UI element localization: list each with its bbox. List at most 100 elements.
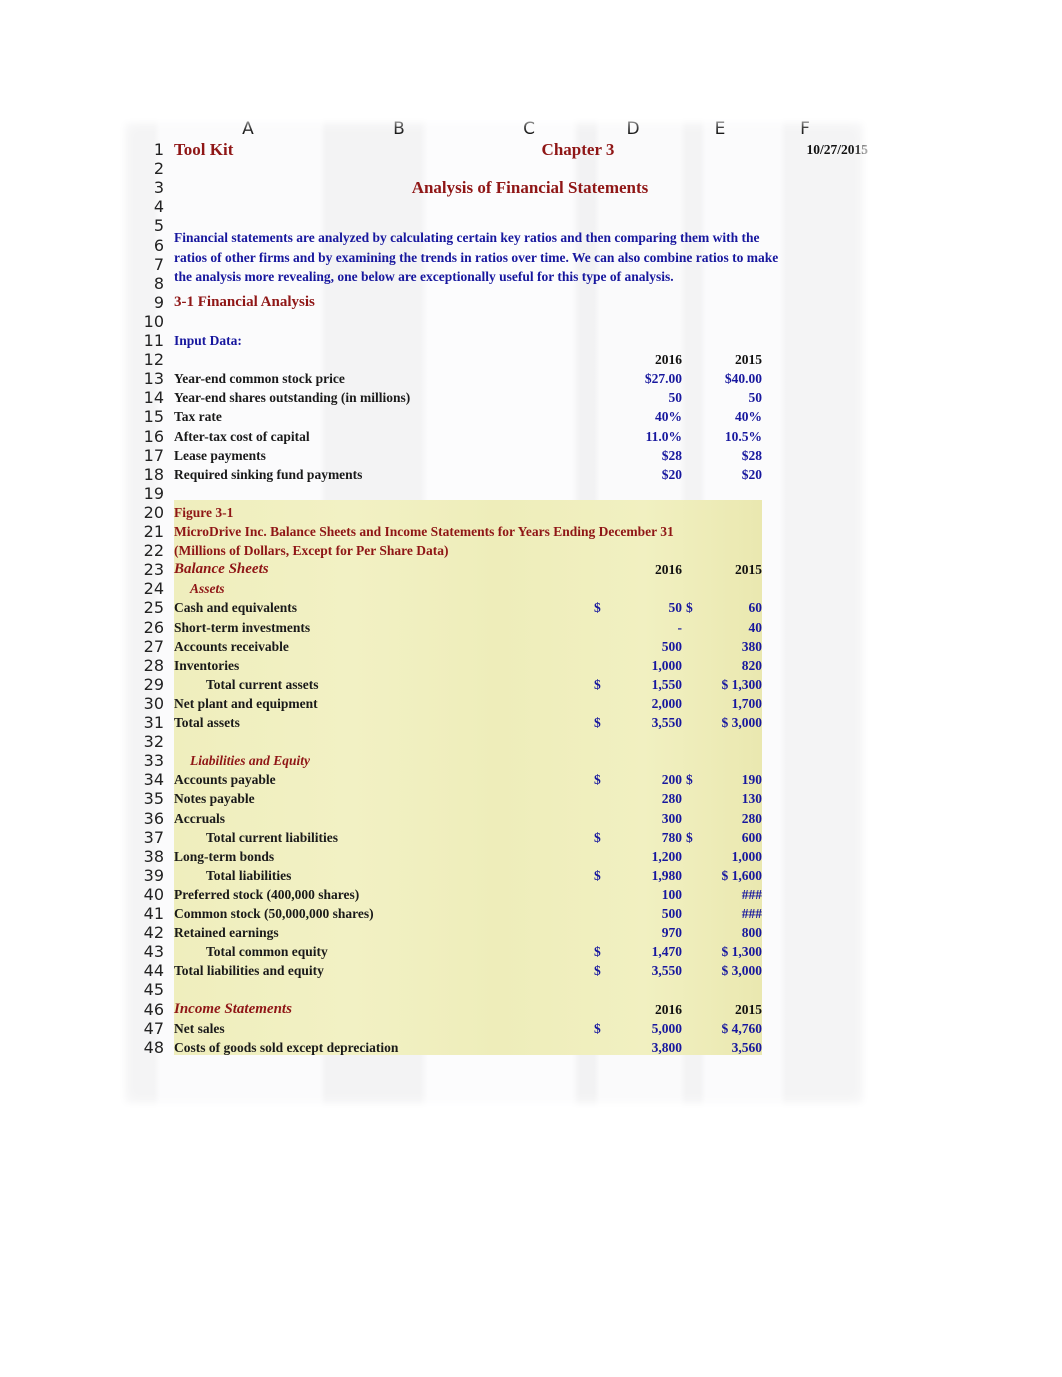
input-row-value-2015[interactable]: 50 bbox=[686, 388, 763, 407]
row-header-35[interactable]: 35 bbox=[120, 789, 164, 808]
statement-row-value-2016[interactable]: 1,980 bbox=[594, 866, 682, 885]
row-header-22[interactable]: 22 bbox=[120, 541, 164, 560]
statement-row-value-2016[interactable]: 280 bbox=[594, 789, 682, 808]
spreadsheet-sheet[interactable]: ABCDEF 1 2 3 4 5 6 7 8 9 10 11 12 13 14 15 16 17 18 19 20 21… bbox=[120, 118, 868, 1108]
statement-row-value-2015[interactable]: $ 1,300 bbox=[686, 942, 763, 961]
statement-row-value-2015[interactable]: $ 1,300 bbox=[686, 675, 763, 694]
row-header-9[interactable]: 9 bbox=[120, 293, 164, 312]
column-header-d[interactable]: D bbox=[593, 118, 673, 140]
row-header-32[interactable]: 32 bbox=[120, 732, 164, 751]
statement-row-value-2015[interactable]: 40 bbox=[686, 618, 763, 637]
row-header-25[interactable]: 25 bbox=[120, 598, 164, 617]
column-header-f[interactable]: F bbox=[765, 118, 845, 140]
row-header-23[interactable]: 23 bbox=[120, 560, 164, 579]
row-header-37[interactable]: 37 bbox=[120, 828, 164, 847]
row-header-10[interactable]: 10 bbox=[120, 312, 164, 331]
row-header-48[interactable]: 48 bbox=[120, 1038, 164, 1057]
statement-row-value-2016[interactable]: 500 bbox=[594, 637, 682, 656]
row-header-11[interactable]: 11 bbox=[120, 331, 164, 350]
column-header-c[interactable]: C bbox=[489, 118, 569, 140]
statement-row-value-2015[interactable]: 800 bbox=[686, 923, 762, 942]
cell-f1-date[interactable]: 10/27/2015 bbox=[720, 140, 868, 159]
statement-row-value-2016[interactable]: 3,800 bbox=[594, 1038, 682, 1057]
row-header-40[interactable]: 40 bbox=[120, 885, 164, 904]
statement-row-value-2015[interactable]: 190 bbox=[686, 770, 762, 789]
input-row-value-2015[interactable]: $28 bbox=[686, 446, 762, 465]
cell-e46-year-2015[interactable]: 2015 bbox=[686, 1000, 762, 1019]
cell-d23-year-2016[interactable]: 2016 bbox=[594, 560, 682, 579]
cell-e12-year-2015[interactable]: 2015 bbox=[686, 350, 762, 369]
row-header-2[interactable]: 2 bbox=[120, 159, 164, 178]
cell-c3-document-title[interactable]: Analysis of Financial Statements bbox=[310, 178, 750, 197]
row-header-4[interactable]: 4 bbox=[120, 197, 164, 216]
statement-row-value-2016[interactable]: 500 bbox=[594, 904, 682, 923]
row-header-38[interactable]: 38 bbox=[120, 847, 164, 866]
row-header-24[interactable]: 24 bbox=[120, 579, 164, 598]
row-header-30[interactable]: 30 bbox=[120, 694, 164, 713]
row-header-27[interactable]: 27 bbox=[120, 637, 164, 656]
row-header-26[interactable]: 26 bbox=[120, 618, 164, 637]
row-header-20[interactable]: 20 bbox=[120, 503, 164, 522]
statement-row-value-2016[interactable]: 300 bbox=[594, 809, 682, 828]
statement-row-value-2016[interactable]: 1,470 bbox=[594, 942, 682, 961]
row-header-14[interactable]: 14 bbox=[120, 388, 164, 407]
statement-row-value-2015[interactable]: 820 bbox=[686, 656, 762, 675]
cell-c1-chapter[interactable]: Chapter 3 bbox=[518, 140, 638, 159]
row-header-6[interactable]: 6 bbox=[120, 236, 164, 255]
row-header-21[interactable]: 21 bbox=[120, 522, 164, 541]
row-header-46[interactable]: 46 bbox=[120, 1000, 164, 1019]
statement-row-value-2016[interactable]: - bbox=[594, 618, 683, 637]
statement-row-value-2016[interactable]: 1,200 bbox=[594, 847, 682, 866]
statement-row-value-2016[interactable]: 200 bbox=[594, 770, 682, 789]
statement-row-value-2015[interactable]: $ 4,760 bbox=[686, 1019, 763, 1038]
input-row-value-2015[interactable]: 10.5% bbox=[686, 427, 762, 446]
statement-row-value-2016[interactable]: 100 bbox=[594, 885, 682, 904]
statement-row-value-2015[interactable]: $ 1,600 bbox=[686, 866, 763, 885]
row-header-16[interactable]: 16 bbox=[120, 427, 164, 446]
statement-row-value-2016[interactable]: 970 bbox=[594, 923, 682, 942]
input-row-value-2016[interactable]: 11.0% bbox=[594, 427, 682, 446]
row-header-34[interactable]: 34 bbox=[120, 770, 164, 789]
row-header-12[interactable]: 12 bbox=[120, 350, 164, 369]
statement-row-value-2015[interactable]: 600 bbox=[686, 828, 762, 847]
cell-a1-tool-kit[interactable]: Tool Kit bbox=[174, 140, 233, 159]
row-header-36[interactable]: 36 bbox=[120, 809, 164, 828]
statement-row-value-2016[interactable]: 3,550 bbox=[594, 961, 682, 980]
input-row-value-2015[interactable]: $20 bbox=[686, 465, 762, 484]
row-header-28[interactable]: 28 bbox=[120, 656, 164, 675]
row-header-43[interactable]: 43 bbox=[120, 942, 164, 961]
column-header-a[interactable]: A bbox=[208, 118, 288, 140]
statement-row-value-2016[interactable]: 780 bbox=[594, 828, 682, 847]
statement-row-value-2015[interactable]: 380 bbox=[686, 637, 762, 656]
input-row-value-2016[interactable]: 40% bbox=[594, 407, 682, 426]
input-row-value-2016[interactable]: 50 bbox=[594, 388, 683, 407]
input-row-value-2016[interactable]: $20 bbox=[594, 465, 682, 484]
row-header-3[interactable]: 3 bbox=[120, 178, 164, 197]
row-header-5[interactable]: 5 bbox=[120, 216, 164, 235]
cell-d46-year-2016[interactable]: 2016 bbox=[594, 1000, 682, 1019]
row-header-17[interactable]: 17 bbox=[120, 446, 164, 465]
row-header-7[interactable]: 7 bbox=[120, 255, 164, 274]
row-header-47[interactable]: 47 bbox=[120, 1019, 164, 1038]
row-header-44[interactable]: 44 bbox=[120, 961, 164, 980]
statement-row-value-2016[interactable]: 50 bbox=[594, 598, 683, 617]
statement-row-value-2016[interactable]: 1,550 bbox=[594, 675, 682, 694]
statement-row-value-2015[interactable]: 130 bbox=[686, 789, 762, 808]
row-header-41[interactable]: 41 bbox=[120, 904, 164, 923]
row-header-29[interactable]: 29 bbox=[120, 675, 164, 694]
row-header-45[interactable]: 45 bbox=[120, 980, 164, 999]
statement-row-value-2015[interactable]: $ 3,000 bbox=[686, 713, 763, 732]
statement-row-value-2015[interactable]: 3,560 bbox=[686, 1038, 762, 1057]
row-header-15[interactable]: 15 bbox=[120, 407, 164, 426]
row-header-33[interactable]: 33 bbox=[120, 751, 164, 770]
statement-row-value-2016[interactable]: 1,000 bbox=[594, 656, 682, 675]
statement-row-value-2015[interactable]: $ 3,000 bbox=[686, 961, 763, 980]
statement-row-value-2016[interactable]: 5,000 bbox=[594, 1019, 682, 1038]
cell-a9-section-heading[interactable]: 3-1 Financial Analysis bbox=[174, 293, 315, 312]
column-header-e[interactable]: E bbox=[680, 118, 760, 140]
cell-d12-year-2016[interactable]: 2016 bbox=[594, 350, 682, 369]
cell-a11-input-data-label[interactable]: Input Data: bbox=[174, 331, 242, 350]
statement-row-value-2016[interactable]: 3,550 bbox=[594, 713, 682, 732]
column-header-b[interactable]: B bbox=[359, 118, 439, 140]
row-header-19[interactable]: 19 bbox=[120, 484, 164, 503]
